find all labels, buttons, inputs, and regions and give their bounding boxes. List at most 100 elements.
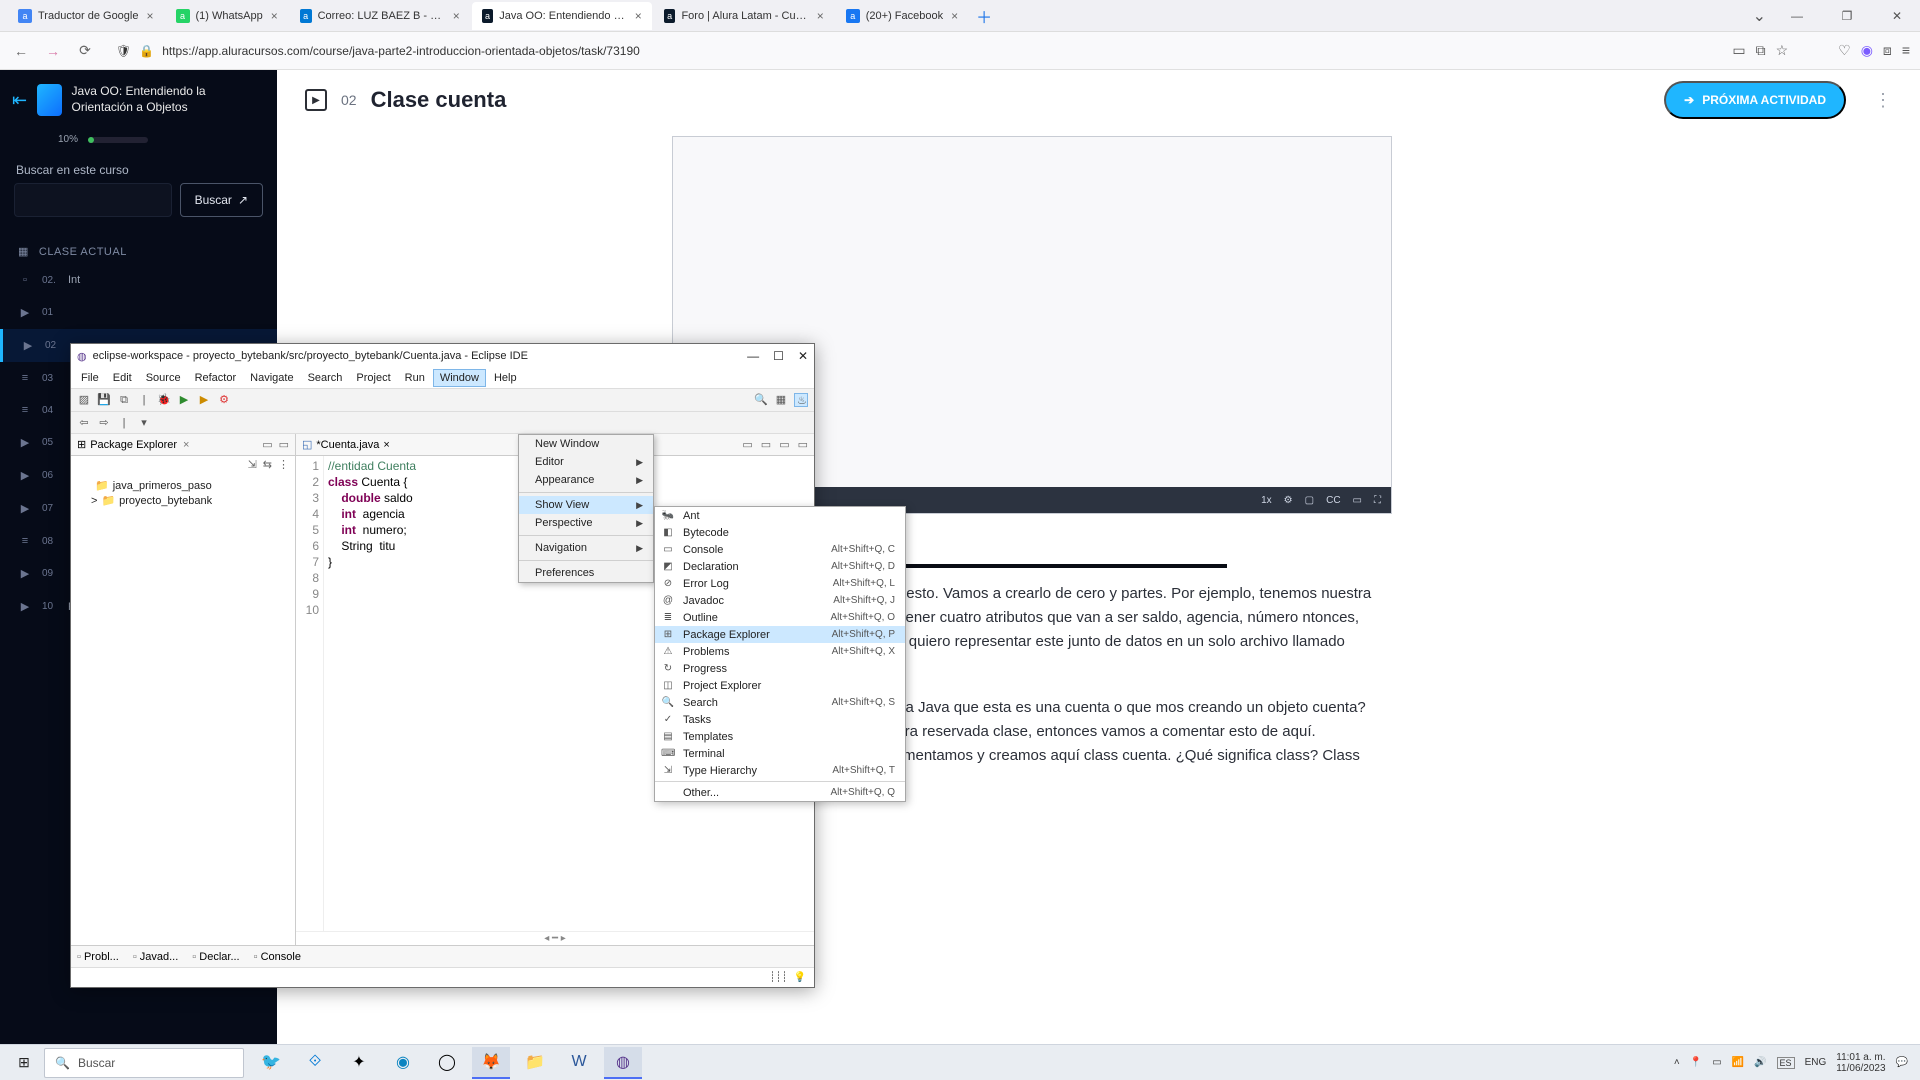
course-search-button[interactable]: Buscar ↗: [180, 183, 263, 217]
view-item-templates[interactable]: ▤Templates: [655, 728, 905, 745]
eclipse-menubar[interactable]: FileEditSourceRefactorNavigateSearchProj…: [71, 368, 814, 388]
tray-battery-icon[interactable]: ▭: [1712, 1057, 1721, 1068]
link-editor-icon[interactable]: ⇆: [263, 458, 272, 472]
taskbar-app-eclipse[interactable]: ◍: [604, 1047, 642, 1079]
tab-close-icon[interactable]: ×: [271, 9, 278, 23]
browser-tab[interactable]: aForo | Alura Latam - Cursos onl×: [654, 2, 834, 30]
tab-close-icon[interactable]: ×: [146, 9, 153, 23]
url-field[interactable]: 🛡 🔒 https://app.aluracursos.com/course/j…: [106, 37, 1722, 65]
coverage-icon[interactable]: ▶: [197, 393, 211, 407]
view-item-console[interactable]: ▭ConsoleAlt+Shift+Q, C: [655, 541, 905, 558]
view-item-declaration[interactable]: ◩DeclarationAlt+Shift+Q, D: [655, 558, 905, 575]
collapse-all-icon[interactable]: ⇲: [248, 458, 257, 472]
sidebar-lesson-item[interactable]: ▫02.Int: [0, 264, 277, 296]
window-close[interactable]: ✕: [1878, 2, 1916, 30]
taskbar-app-explorer[interactable]: 📁: [516, 1047, 554, 1079]
taskbar-app-word[interactable]: W: [560, 1047, 598, 1079]
pocket-icon[interactable]: ♡: [1838, 42, 1851, 59]
fullscreen-icon[interactable]: ⛶: [1374, 495, 1381, 506]
view-item-tasks[interactable]: ✓Tasks: [655, 711, 905, 728]
back-button[interactable]: ←: [10, 40, 32, 62]
bottom-tab[interactable]: ▫ Console: [254, 951, 301, 963]
bookmark-star-icon[interactable]: ☆: [1776, 42, 1789, 59]
menu-item-editor[interactable]: Editor▶: [519, 453, 653, 471]
course-search-input[interactable]: [14, 183, 172, 217]
eclipse-menu-search[interactable]: Search: [302, 370, 349, 386]
view-item-project-explorer[interactable]: ◫Project Explorer: [655, 677, 905, 694]
browser-tab[interactable]: aTraductor de Google×: [8, 2, 164, 30]
eclipse-menu-help[interactable]: Help: [488, 370, 523, 386]
eclipse-menu-project[interactable]: Project: [350, 370, 396, 386]
taskbar-app-edge[interactable]: ◉: [384, 1047, 422, 1079]
tab-close-icon[interactable]: ×: [635, 9, 642, 23]
tray-notifications-icon[interactable]: 💬: [1896, 1057, 1908, 1068]
eclipse-bottom-tabs[interactable]: ▫ Probl...▫ Javad...▫ Declar...▫ Console: [71, 945, 814, 967]
tab-close-icon[interactable]: ×: [453, 9, 460, 23]
captions-icon[interactable]: CC: [1326, 495, 1340, 506]
ext-tools-icon[interactable]: ⚙: [217, 393, 231, 407]
eclipse-menu-navigate[interactable]: Navigate: [244, 370, 299, 386]
view-item-progress[interactable]: ↻Progress: [655, 660, 905, 677]
save-icon[interactable]: 💾: [97, 393, 111, 407]
tray-chevron-icon[interactable]: ˄: [1674, 1057, 1680, 1068]
view-item-javadoc[interactable]: @JavadocAlt+Shift+Q, J: [655, 592, 905, 609]
menu-item-navigation[interactable]: Navigation▶: [519, 539, 653, 557]
close-icon[interactable]: ×: [183, 439, 189, 451]
lesson-kebab-menu[interactable]: ⋮: [1874, 90, 1892, 111]
browser-tab[interactable]: aJava OO: Entendiendo la Orient×: [472, 2, 652, 30]
menu-item-appearance[interactable]: Appearance▶: [519, 471, 653, 489]
eclipse-toolbar-2[interactable]: ⇦⇨|▾: [71, 412, 814, 434]
sidebar-collapse-icon[interactable]: ⇤: [12, 90, 27, 111]
eclipse-toolbar[interactable]: ▨ 💾 ⧉ | 🐞 ▶ ▶ ⚙ 🔍 ▦ ♨: [71, 388, 814, 412]
taskbar-app-vscode[interactable]: ⟐: [296, 1047, 334, 1079]
view-item-type-hierarchy[interactable]: ⇲Type HierarchyAlt+Shift+Q, T: [655, 762, 905, 779]
tab-overflow-icon[interactable]: ⌄: [1753, 6, 1766, 26]
taskbar-app-slack[interactable]: ✦: [340, 1047, 378, 1079]
browser-tab[interactable]: a(20+) Facebook×: [836, 2, 968, 30]
eclipse-minimize[interactable]: —: [747, 349, 759, 363]
start-button[interactable]: ⊞: [4, 1047, 44, 1079]
package-tree[interactable]: 📁java_primeros_paso>📁proyecto_bytebank: [71, 474, 295, 512]
view-item-other---[interactable]: Other...Alt+Shift+Q, Q: [655, 784, 905, 801]
eclipse-titlebar[interactable]: ◍ eclipse-workspace - proyecto_bytebank/…: [71, 344, 814, 368]
menu-item-perspective[interactable]: Perspective▶: [519, 514, 653, 532]
window-minimize[interactable]: —: [1778, 2, 1816, 30]
tree-node[interactable]: >📁proyecto_bytebank: [77, 493, 289, 508]
menu-item-show-view[interactable]: Show View▶: [519, 496, 653, 514]
package-explorer-tab[interactable]: ⊞ Package Explorer × ▭▭: [71, 434, 295, 456]
taskbar-app-firefox[interactable]: 🦊: [472, 1047, 510, 1079]
view-item-search[interactable]: 🔍SearchAlt+Shift+Q, S: [655, 694, 905, 711]
debug-icon[interactable]: 🐞: [157, 393, 171, 407]
eclipse-menu-source[interactable]: Source: [140, 370, 187, 386]
show-view-submenu[interactable]: 🐜Ant◧Bytecode▭ConsoleAlt+Shift+Q, C◩Decl…: [654, 506, 906, 802]
browser-tab[interactable]: a(1) WhatsApp×: [166, 2, 288, 30]
view-item-bytecode[interactable]: ◧Bytecode: [655, 524, 905, 541]
account-icon[interactable]: ◉: [1861, 42, 1873, 59]
open-perspective-icon[interactable]: ▦: [774, 393, 788, 407]
tab-close-icon[interactable]: ×: [951, 9, 958, 23]
view-item-terminal[interactable]: ⌨Terminal: [655, 745, 905, 762]
view-item-ant[interactable]: 🐜Ant: [655, 507, 905, 524]
taskbar-app-bird[interactable]: 🐦: [252, 1047, 290, 1079]
java-perspective-icon[interactable]: ♨: [794, 393, 808, 407]
tree-node[interactable]: 📁java_primeros_paso: [77, 478, 289, 493]
search-icon[interactable]: 🔍: [754, 393, 768, 407]
tray-volume-icon[interactable]: 🔊: [1754, 1057, 1766, 1068]
eclipse-menu-run[interactable]: Run: [399, 370, 431, 386]
tip-bulb-icon[interactable]: 💡: [794, 972, 806, 983]
theatre-icon[interactable]: ▭: [1353, 495, 1362, 506]
view-item-package-explorer[interactable]: ⊞Package ExplorerAlt+Shift+Q, P: [655, 626, 905, 643]
view-item-error-log[interactable]: ⊘Error LogAlt+Shift+Q, L: [655, 575, 905, 592]
window-restore[interactable]: ❐: [1828, 2, 1866, 30]
taskbar-app-chrome[interactable]: ◯: [428, 1047, 466, 1079]
menu-icon[interactable]: ≡: [1902, 42, 1910, 59]
eclipse-menu-window[interactable]: Window: [433, 369, 486, 387]
tray-clock[interactable]: 11:01 a. m. 11/06/2023: [1836, 1052, 1885, 1074]
quality-icon[interactable]: ▢: [1305, 495, 1314, 506]
bottom-tab[interactable]: ▫ Javad...: [133, 951, 178, 963]
bottom-tab[interactable]: ▫ Declar...: [192, 951, 239, 963]
menu-item-new-window[interactable]: New Window: [519, 435, 653, 453]
new-icon[interactable]: ▨: [77, 393, 91, 407]
window-menu-dropdown[interactable]: New WindowEditor▶Appearance▶ Show View▶Pe…: [518, 434, 654, 583]
tray-wifi-icon[interactable]: 📶: [1732, 1057, 1744, 1068]
